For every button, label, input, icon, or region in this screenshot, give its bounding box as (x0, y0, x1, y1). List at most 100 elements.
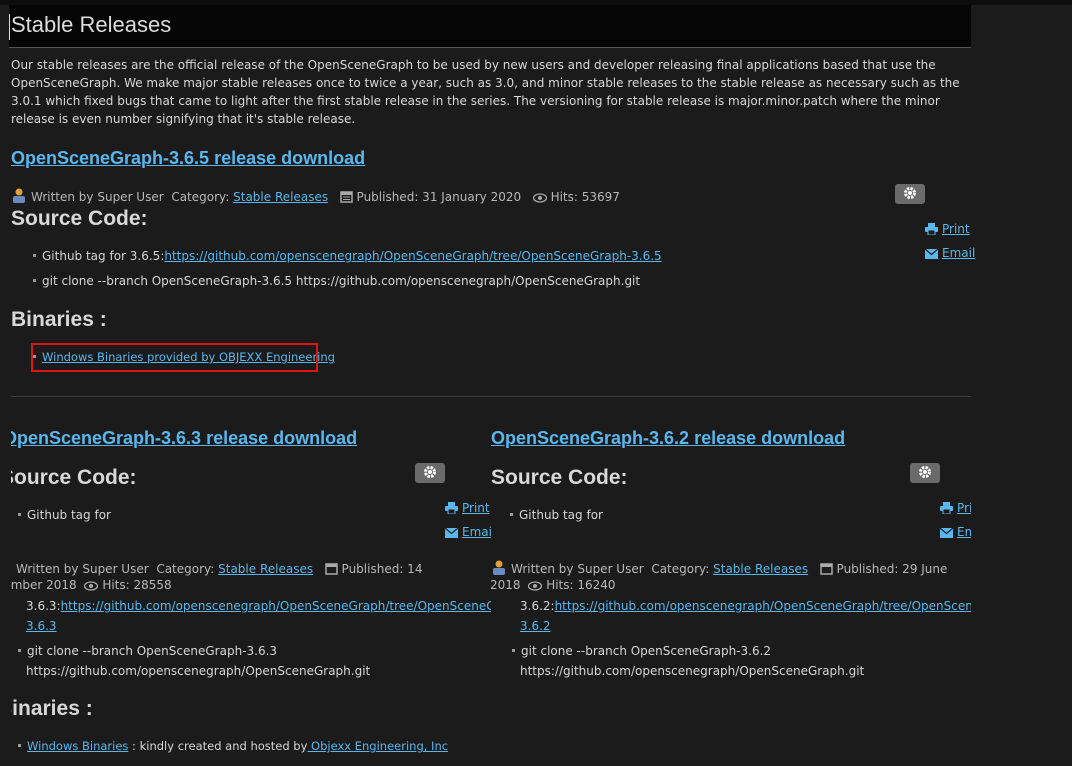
print-label: Print (942, 222, 970, 236)
email-link[interactable]: Email (939, 525, 971, 541)
gear-icon (423, 465, 437, 482)
github-tag-link-cont[interactable]: 3.6.2 (520, 619, 551, 633)
article-separator (11, 396, 971, 397)
author-text: Written by Super User (16, 562, 149, 576)
bullet (18, 649, 21, 652)
article-column-363: OpenSceneGraph-3.6.3 release download So… (11, 420, 491, 766)
article-title-link-363[interactable]: OpenSceneGraph-3.6.3 release download (11, 428, 357, 449)
git-clone-text: git clone --branch OpenSceneGraph-3.6.5 … (42, 274, 641, 288)
gear-icon (918, 465, 932, 482)
article-column-362: OpenSceneGraph-3.6.2 release download So… (490, 420, 971, 766)
article-meta-365: Written by Super User Category: Stable R… (11, 187, 620, 206)
github-tag-prefix: Github tag for (519, 508, 603, 522)
article-options-button[interactable] (895, 184, 925, 204)
print-link[interactable]: Print (445, 501, 490, 517)
article-options-button[interactable] (910, 463, 940, 483)
github-url-item-cont: 3.6.3 (26, 619, 57, 633)
category-label: Category: (171, 190, 230, 204)
email-label: Email (957, 525, 971, 539)
objexx-link[interactable]: Objexx Engineering, Inc (307, 739, 448, 753)
eye-icon (528, 580, 543, 594)
bullet (512, 649, 515, 652)
source-code-heading: Source Code: (491, 466, 628, 489)
github-tag-prefix: Github tag for (27, 508, 111, 522)
author-text: Written by Super User (31, 190, 164, 204)
github-tag-link-cont[interactable]: 3.6.3 (26, 619, 57, 633)
calendar-icon (819, 562, 833, 578)
article-meta-363-line2: September 2018 Hits: 28558 (11, 578, 172, 594)
bullet (510, 513, 513, 516)
printer-icon (925, 223, 938, 238)
hits-count: Hits: 53697 (550, 190, 620, 204)
github-url-item: 3.6.3:https://github.com/openscenegraph/… (26, 599, 491, 613)
git-clone-item-cont: https://github.com/openscenegraph/OpenSc… (26, 664, 370, 678)
github-tag-version: 3.6.3: (26, 599, 61, 613)
hits-count: Hits: 16240 (546, 578, 616, 592)
binaries-heading: Binaries : (11, 697, 93, 720)
envelope-icon (924, 248, 939, 262)
article-title-link-362[interactable]: OpenSceneGraph-3.6.2 release download (491, 428, 845, 449)
category-label: Category: (651, 562, 710, 576)
highlight-box (31, 343, 318, 372)
bullet (18, 513, 21, 516)
git-clone-text: git clone --branch OpenSceneGraph-3.6.3 (27, 644, 278, 658)
category-link[interactable]: Stable Releases (233, 190, 328, 204)
published-date-cont: 2018 (490, 578, 521, 592)
source-code-heading: Source Code: (11, 207, 148, 230)
print-label: Print (462, 501, 490, 515)
article-meta-362: Written by Super User Category: Stable R… (491, 559, 947, 578)
windows-binaries-link[interactable]: Windows Binaries (27, 739, 128, 753)
hits-count: Hits: 28558 (102, 578, 172, 592)
git-clone-item: git clone --branch OpenSceneGraph-3.6.5 … (33, 274, 640, 288)
bullet (33, 254, 36, 257)
user-icon (491, 559, 507, 578)
print-link[interactable]: Print (940, 501, 971, 517)
published-date: Published: 29 June (836, 562, 948, 576)
github-tag-prefix: Github tag for 3.6.5: (42, 249, 165, 263)
github-tag-link[interactable]: https://github.com/openscenegraph/OpenSc… (555, 599, 971, 613)
email-label: Email (462, 525, 491, 539)
github-url-item: 3.6.2:https://github.com/openscenegraph/… (520, 599, 971, 613)
envelope-icon (444, 527, 459, 541)
bullet (18, 744, 21, 747)
calendar-icon (324, 562, 338, 578)
github-url-item-cont: 3.6.2 (520, 619, 551, 633)
printer-icon (940, 502, 953, 517)
bullet (33, 279, 36, 282)
envelope-icon (939, 527, 954, 541)
git-clone-url: https://github.com/openscenegraph/OpenSc… (26, 664, 371, 678)
page-title: Stable Releases (11, 12, 172, 37)
article-meta-362-line2: 2018 Hits: 16240 (490, 578, 616, 594)
article-options-button[interactable] (415, 463, 445, 483)
git-clone-text: git clone --branch OpenSceneGraph-3.6.2 (521, 644, 772, 658)
github-tag-item: Github tag for (510, 508, 603, 522)
article-title-link-365[interactable]: OpenSceneGraph-3.6.5 release download (11, 148, 365, 169)
git-clone-url: https://github.com/openscenegraph/OpenSc… (520, 664, 865, 678)
git-clone-item: git clone --branch OpenSceneGraph-3.6.2 (512, 644, 771, 658)
page-header: Stable Releases (9, 5, 971, 48)
print-label: Print (957, 501, 971, 515)
print-link[interactable]: Print (925, 222, 970, 238)
binaries-host-text: : kindly created and hosted by (128, 739, 308, 753)
intro-paragraph: Our stable releases are the official rel… (11, 58, 960, 126)
git-clone-item: git clone --branch OpenSceneGraph-3.6.3 (18, 644, 277, 658)
email-link[interactable]: Email (444, 525, 491, 541)
github-tag-link[interactable]: https://github.com/openscenegraph/OpenSc… (61, 599, 491, 613)
user-icon (11, 559, 12, 578)
published-date: Published: 31 January 2020 (356, 190, 522, 204)
github-tag-link[interactable]: https://github.com/openscenegraph/OpenSc… (164, 249, 661, 263)
github-tag-version: 3.6.2: (520, 599, 555, 613)
category-link[interactable]: Stable Releases (713, 562, 808, 576)
article-meta-363: Written by Super User Category: Stable R… (11, 559, 422, 578)
eye-icon (84, 580, 99, 594)
gear-icon (903, 186, 917, 203)
printer-icon (445, 502, 458, 517)
email-link[interactable]: Email (924, 246, 975, 262)
source-code-heading: Source Code: (11, 466, 137, 489)
binaries-heading: Binaries : (11, 308, 107, 331)
github-tag-item: Github tag for (18, 508, 111, 522)
binaries-item: Windows Binaries : kindly created and ho… (18, 739, 448, 753)
published-date: Published: 14 (341, 562, 423, 576)
eye-icon (532, 192, 547, 206)
category-link[interactable]: Stable Releases (218, 562, 313, 576)
